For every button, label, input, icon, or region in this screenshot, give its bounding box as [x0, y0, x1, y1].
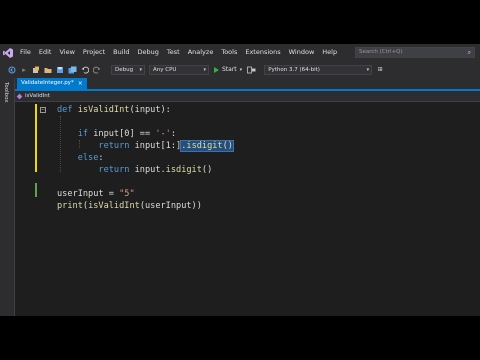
- configuration-dropdown[interactable]: Debug ▾: [111, 64, 145, 75]
- start-label: Start: [222, 66, 237, 73]
- method-icon: [16, 93, 23, 99]
- undo-icon[interactable]: [79, 63, 91, 76]
- save-icon[interactable]: [54, 63, 66, 76]
- code-editor[interactable]: − def isValidInt(input): if input[0] == …: [15, 102, 480, 316]
- configuration-value: Debug: [115, 66, 134, 73]
- navigation-bar: isValidInt: [15, 91, 480, 102]
- menu-edit[interactable]: Edit: [35, 44, 56, 61]
- keyword-token: return: [98, 141, 130, 151]
- code-line-6: return input.isdigit(): [98, 165, 213, 175]
- quick-launch-placeholder: Search (Ctrl+Q): [359, 49, 403, 55]
- forward-icon[interactable]: ▸: [18, 63, 30, 76]
- menu-debug[interactable]: Debug: [134, 44, 163, 61]
- chevron-down-icon: ▾: [366, 66, 370, 73]
- code-line-3: if input[0] == '-':: [77, 129, 177, 139]
- back-icon[interactable]: [6, 63, 18, 76]
- python-environments-icon[interactable]: ⊞: [374, 63, 386, 76]
- menu-tools[interactable]: Tools: [217, 44, 241, 61]
- keyword-token: return: [98, 165, 130, 175]
- tab-label: ValidateInteger.py*: [21, 80, 74, 86]
- visual-studio-logo-icon: [0, 44, 16, 61]
- quick-launch-search[interactable]: Search (Ctrl+Q) ⌕: [355, 47, 475, 58]
- editor-gutter: −: [15, 102, 46, 316]
- code-line-4: return input[1:].isdigit(): [98, 140, 234, 152]
- close-icon[interactable]: ×: [78, 78, 83, 89]
- debug-options-icon[interactable]: [245, 63, 258, 76]
- open-file-icon[interactable]: [42, 63, 54, 76]
- menu-bar: File Edit View Project Build Debug Test …: [0, 44, 480, 61]
- document-tab-row: ValidateInteger.py* ×: [15, 78, 480, 89]
- toolbox-label: Toolbox: [3, 82, 9, 103]
- function-name-token: isValidInt: [88, 201, 140, 211]
- string-token: '-': [155, 129, 171, 139]
- function-name-token: isValidInt: [77, 105, 130, 115]
- menu-project[interactable]: Project: [79, 44, 109, 61]
- keyword-token: def: [57, 105, 73, 115]
- menu-extensions[interactable]: Extensions: [241, 44, 284, 61]
- python-environment-dropdown[interactable]: Python 3.7 (64-bit) ▾: [264, 64, 373, 75]
- search-icon: ⌕: [467, 49, 471, 56]
- tab-validateinteger[interactable]: ValidateInteger.py* ×: [17, 78, 87, 89]
- chevron-down-icon: ▾: [139, 66, 142, 73]
- menu-view[interactable]: View: [55, 44, 78, 61]
- code-line-5: else:: [77, 153, 104, 163]
- function-name-token: print: [57, 201, 83, 211]
- code-line-9: print(isValidInt(userInput)): [57, 201, 202, 211]
- keyword-token: else: [77, 153, 99, 163]
- menu-file[interactable]: File: [16, 44, 35, 61]
- redo-icon[interactable]: [91, 63, 103, 76]
- play-icon: [214, 66, 219, 73]
- menu-window[interactable]: Window: [285, 44, 319, 61]
- code-line-1: def isValidInt(input):: [57, 105, 171, 115]
- saved-change-marker: [35, 183, 37, 197]
- function-name-token: isdigit: [186, 141, 223, 151]
- toolbar: ▸ Debug ▾ Any CPU ▾ Start ▾ Python 3.7 (…: [0, 61, 480, 78]
- code-line-8: userInput = "5": [57, 189, 135, 199]
- text-cursor: [232, 140, 234, 151]
- start-button[interactable]: Start ▾: [211, 63, 245, 76]
- ide-window: File Edit View Project Build Debug Test …: [0, 44, 480, 316]
- platform-dropdown[interactable]: Any CPU ▾: [149, 64, 209, 75]
- function-name-token: isdigit: [165, 165, 202, 175]
- menu-help[interactable]: Help: [318, 44, 341, 61]
- video-frame: File Edit View Project Build Debug Test …: [0, 0, 480, 360]
- string-token: "5": [119, 189, 135, 199]
- platform-value: Any CPU: [153, 66, 177, 73]
- keyword-token: if: [77, 129, 89, 139]
- member-value: isValidInt: [25, 93, 50, 99]
- toolbox-panel-tab[interactable]: Toolbox: [0, 78, 15, 316]
- menu-analyze[interactable]: Analyze: [184, 44, 218, 61]
- member-dropdown[interactable]: isValidInt: [16, 92, 187, 100]
- chevron-down-icon: ▾: [203, 66, 206, 73]
- menu-build[interactable]: Build: [109, 44, 133, 61]
- save-all-icon[interactable]: [66, 63, 79, 76]
- menu-test[interactable]: Test: [163, 44, 184, 61]
- new-project-icon[interactable]: [30, 63, 42, 76]
- python-environment-value: Python 3.7 (64-bit): [268, 66, 320, 73]
- chevron-down-icon: ▾: [239, 66, 243, 73]
- text-selection[interactable]: .isdigit(): [180, 140, 234, 152]
- unsaved-change-marker: [35, 104, 37, 172]
- collapse-icon[interactable]: −: [40, 107, 46, 113]
